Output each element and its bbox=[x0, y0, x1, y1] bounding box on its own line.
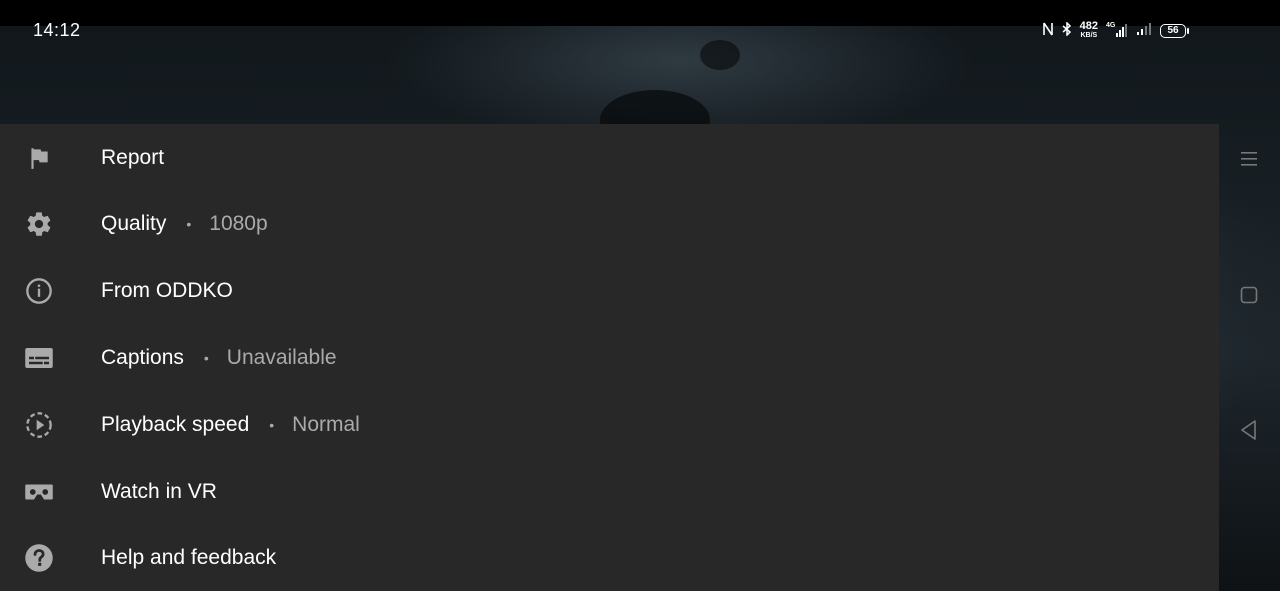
quality-value: 1080p bbox=[209, 212, 268, 235]
menu-item-quality-label: Quality bbox=[101, 212, 167, 235]
menu-item-label: Watch in VR bbox=[101, 480, 217, 504]
network-speed-value: 482 bbox=[1079, 20, 1098, 32]
menu-item-label: Captions • Unavailable bbox=[101, 346, 337, 370]
menu-item-label: Help and feedback bbox=[101, 546, 276, 570]
screen: 14:12 482 KB/S 4G 56 Report Quality • 10… bbox=[0, 0, 1280, 591]
menu-item-help-feedback-label: Help and feedback bbox=[101, 546, 277, 569]
menu-item-label: Report bbox=[101, 146, 164, 170]
menu-item-watch-in-vr-label: Watch in VR bbox=[101, 480, 217, 503]
mobile-signal-icon: 4G bbox=[1106, 22, 1128, 38]
menu-item-captions-label: Captions bbox=[101, 346, 184, 369]
back-icon[interactable] bbox=[1236, 417, 1262, 443]
separator-dot: • bbox=[203, 350, 209, 366]
menu-item-help-feedback[interactable]: Help and feedback bbox=[0, 525, 1219, 591]
nfc-icon bbox=[1042, 22, 1054, 41]
captions-icon bbox=[24, 343, 54, 373]
info-icon bbox=[24, 276, 54, 306]
bluetooth-icon bbox=[1062, 20, 1072, 41]
menu-item-report[interactable]: Report bbox=[0, 125, 1219, 191]
wifi-signal-icon bbox=[1136, 22, 1152, 41]
menu-item-from-channel-label: From ODDKO bbox=[101, 279, 233, 302]
captions-value: Unavailable bbox=[226, 346, 337, 369]
menu-item-label: Quality • 1080p bbox=[101, 212, 268, 236]
battery-icon: 56 bbox=[1160, 24, 1189, 38]
menu-item-label: Playback speed • Normal bbox=[101, 413, 360, 437]
flag-icon bbox=[24, 143, 54, 173]
help-icon bbox=[24, 543, 54, 573]
menu-icon[interactable] bbox=[1236, 146, 1262, 172]
network-speed: 482 KB/S bbox=[1079, 20, 1098, 40]
menu-item-captions[interactable]: Captions • Unavailable bbox=[0, 325, 1219, 391]
network-type: 4G bbox=[1106, 22, 1116, 29]
menu-item-quality[interactable]: Quality • 1080p bbox=[0, 191, 1219, 257]
status-icons: 482 KB/S 4G 56 bbox=[1042, 20, 1189, 41]
playback-speed-icon bbox=[24, 410, 54, 440]
playback-speed-value: Normal bbox=[292, 413, 360, 436]
menu-item-playback-speed-label: Playback speed bbox=[101, 413, 250, 436]
gear-icon bbox=[24, 209, 54, 239]
menu-item-report-label: Report bbox=[101, 146, 165, 169]
home-icon[interactable] bbox=[1236, 282, 1262, 308]
separator-dot: • bbox=[186, 216, 192, 232]
overflow-menu-sheet: Report Quality • 1080p From ODDKO Captio… bbox=[0, 124, 1219, 591]
network-speed-unit: KB/S bbox=[1080, 32, 1098, 39]
menu-item-label: From ODDKO bbox=[101, 279, 233, 303]
separator-dot: • bbox=[269, 417, 275, 433]
menu-item-watch-in-vr[interactable]: Watch in VR bbox=[0, 459, 1219, 525]
menu-item-playback-speed[interactable]: Playback speed • Normal bbox=[0, 392, 1219, 458]
status-time: 14:12 bbox=[33, 20, 81, 40]
vr-headset-icon bbox=[24, 477, 54, 507]
status-bar: 14:12 482 KB/S 4G 56 bbox=[0, 0, 1280, 40]
menu-item-from-channel[interactable]: From ODDKO bbox=[0, 258, 1219, 324]
